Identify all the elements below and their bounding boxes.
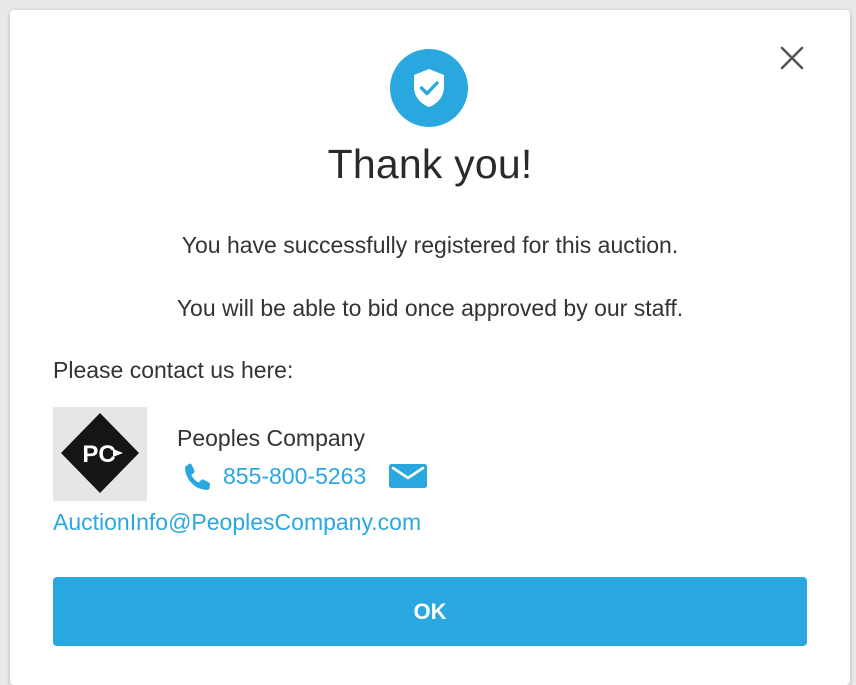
close-button[interactable] [774, 40, 810, 76]
registration-message: You have successfully registered for thi… [181, 232, 679, 258]
phone-row: 855-800-5263 [179, 460, 428, 492]
phone-icon [179, 460, 215, 492]
approval-message: You will be able to bid once approved by… [176, 295, 684, 321]
close-icon [780, 46, 804, 70]
phone-link[interactable]: 855-800-5263 [223, 463, 366, 490]
dialog-title: Thank you! [327, 141, 533, 187]
company-name: Peoples Company [177, 425, 365, 451]
email-link[interactable]: AuctionInfo@PeoplesCompany.com [53, 509, 421, 536]
company-logo: PC [53, 407, 147, 501]
registration-success-dialog: Thank you! You have successfully registe… [10, 10, 850, 685]
shield-check-icon [390, 49, 468, 127]
success-badge [390, 49, 468, 127]
logo-text: PC [82, 441, 115, 468]
ok-button[interactable]: OK [53, 577, 807, 646]
mail-icon[interactable] [388, 463, 428, 489]
peoples-company-logo: PC [61, 413, 139, 493]
contact-label: Please contact us here: [53, 357, 294, 383]
